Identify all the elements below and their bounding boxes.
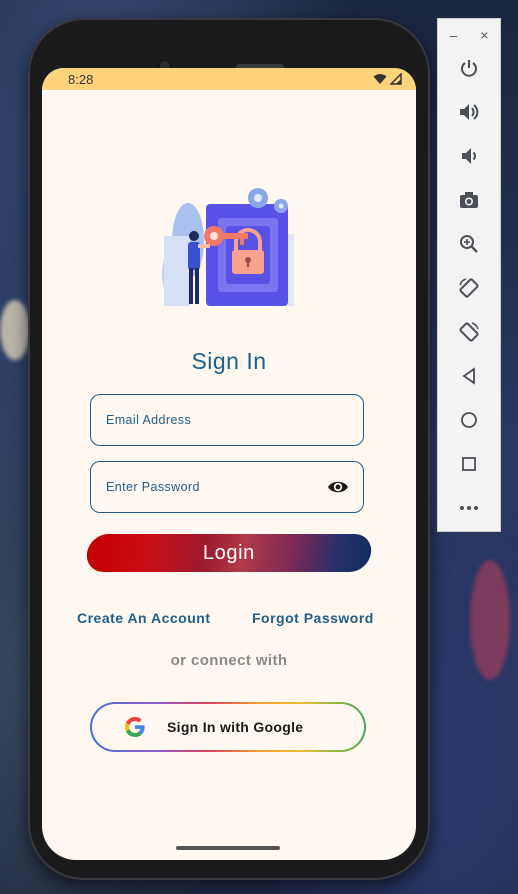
eye-icon[interactable] <box>327 476 349 498</box>
password-field[interactable]: Enter Password <box>90 461 364 513</box>
google-signin-button[interactable]: Sign In with Google <box>90 702 366 752</box>
camera-icon[interactable] <box>456 187 482 213</box>
password-placeholder: Enter Password <box>106 480 200 494</box>
email-placeholder: Email Address <box>106 413 192 427</box>
close-button[interactable]: × <box>480 27 488 43</box>
background-light <box>470 560 510 680</box>
signal-icon <box>390 73 402 85</box>
forgot-password-link[interactable]: Forgot Password <box>252 610 374 626</box>
status-icons <box>373 73 402 85</box>
rotate-left-icon[interactable] <box>456 275 482 301</box>
power-icon[interactable] <box>456 55 482 81</box>
overview-icon[interactable] <box>456 451 482 477</box>
app-screen: 8:28 Sign In Email Address Enter Passwor… <box>42 68 416 860</box>
page-title: Sign In <box>191 348 267 374</box>
rotate-right-icon[interactable] <box>456 319 482 345</box>
status-bar: 8:28 <box>42 68 416 90</box>
volume-up-icon[interactable] <box>456 99 482 125</box>
google-signin-label: Sign In with Google <box>167 719 304 735</box>
background-light <box>0 300 30 360</box>
status-time: 8:28 <box>68 71 94 87</box>
home-icon[interactable] <box>456 407 482 433</box>
toolbar-window-controls: – × <box>438 27 500 43</box>
volume-down-icon[interactable] <box>456 143 482 169</box>
security-illustration <box>162 188 294 306</box>
back-icon[interactable] <box>456 363 482 389</box>
more-icon[interactable] <box>456 495 482 521</box>
email-field[interactable]: Email Address <box>90 394 364 446</box>
wifi-icon <box>373 74 387 84</box>
emulator-toolbar: – × <box>437 18 501 532</box>
login-label: Login <box>203 541 255 564</box>
minimize-button[interactable]: – <box>450 27 458 43</box>
home-indicator[interactable] <box>176 846 280 850</box>
connect-divider-text: or connect with <box>170 652 288 669</box>
zoom-icon[interactable] <box>456 231 482 257</box>
create-account-link[interactable]: Create An Account <box>77 610 210 626</box>
google-icon <box>125 717 145 737</box>
login-button[interactable]: Login <box>83 534 375 572</box>
google-signin-inner: Sign In with Google <box>92 704 364 750</box>
